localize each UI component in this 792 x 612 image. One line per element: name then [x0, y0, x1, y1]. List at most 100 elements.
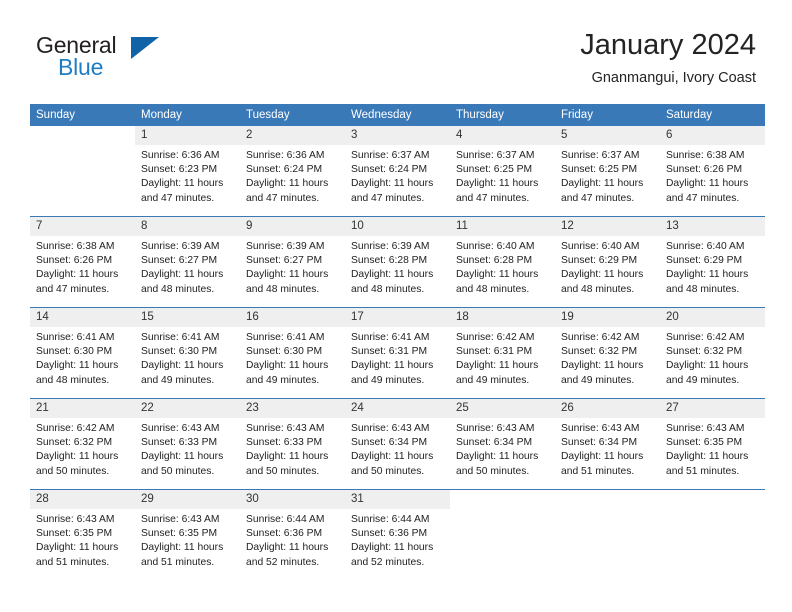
sunset-text: Sunset: 6:31 PM — [351, 346, 428, 358]
day-number: 1 — [135, 126, 240, 145]
calendar-day-cell[interactable]: 18 Sunrise: 6:42 AM Sunset: 6:31 PM Dayligh… — [450, 307, 555, 399]
calendar-day-cell[interactable]: 6 Sunrise: 6:38 AM Sunset: 6:26 PM Daylight… — [660, 126, 765, 217]
calendar-day-cell[interactable]: 15 Sunrise: 6:41 AM Sunset: 6:30 PM Dayligh… — [135, 307, 240, 399]
calendar-day-cell[interactable]: 30 Sunrise: 6:44 AM Sunset: 6:36 PM Dayligh… — [240, 489, 345, 580]
sunrise-text: Sunrise: 6:44 AM — [246, 514, 325, 525]
general-blue-logo[interactable]: General Blue — [36, 32, 276, 88]
calendar-day-cell[interactable]: 26 Sunrise: 6:43 AM Sunset: 6:34 PM Dayligh… — [555, 398, 660, 490]
calendar-day-cell-empty — [555, 489, 660, 580]
calendar-day-cell[interactable]: 23 Sunrise: 6:43 AM Sunset: 6:33 PM Dayligh… — [240, 398, 345, 490]
calendar-day-cell[interactable]: 14 Sunrise: 6:41 AM Sunset: 6:30 PM Dayligh… — [30, 307, 135, 399]
sunrise-text: Sunrise: 6:36 AM — [246, 150, 325, 161]
calendar-day-cell[interactable]: 25 Sunrise: 6:43 AM Sunset: 6:34 PM Dayligh… — [450, 398, 555, 490]
calendar-day-cell-empty — [30, 126, 135, 217]
day-sun-info: Sunrise: 6:41 AM Sunset: 6:30 PM Daylight:… — [240, 327, 345, 388]
daylight-text: Daylight: 11 hours and 48 minutes. — [456, 269, 539, 295]
daylight-text: Daylight: 11 hours and 51 minutes. — [36, 542, 119, 568]
calendar-day-cell[interactable]: 17 Sunrise: 6:41 AM Sunset: 6:31 PM Dayligh… — [345, 307, 450, 399]
calendar-day-cell[interactable]: 28 Sunrise: 6:43 AM Sunset: 6:35 PM Dayligh… — [30, 489, 135, 580]
day-number: 14 — [30, 308, 135, 327]
sunset-text: Sunset: 6:34 PM — [561, 437, 638, 449]
day-number: 2 — [240, 126, 345, 145]
sunset-text: Sunset: 6:27 PM — [141, 255, 218, 267]
calendar-day-cell-empty — [450, 489, 555, 580]
calendar-week-row: 28 Sunrise: 6:43 AM Sunset: 6:35 PM Dayligh… — [30, 489, 765, 580]
sunrise-text: Sunrise: 6:40 AM — [666, 241, 745, 252]
daylight-text: Daylight: 11 hours and 51 minutes. — [561, 451, 644, 477]
day-number — [30, 126, 135, 145]
calendar-week-row: 14 Sunrise: 6:41 AM Sunset: 6:30 PM Dayligh… — [30, 307, 765, 399]
day-sun-info: Sunrise: 6:40 AM Sunset: 6:28 PM Daylight:… — [450, 236, 555, 297]
weekday-header-monday: Monday — [135, 104, 240, 126]
sunrise-text: Sunrise: 6:40 AM — [456, 241, 535, 252]
calendar-day-cell[interactable]: 12 Sunrise: 6:40 AM Sunset: 6:29 PM Dayligh… — [555, 216, 660, 308]
calendar-day-cell[interactable]: 4 Sunrise: 6:37 AM Sunset: 6:25 PM Daylight… — [450, 126, 555, 217]
day-sun-info: Sunrise: 6:42 AM Sunset: 6:32 PM Daylight:… — [555, 327, 660, 388]
day-number: 13 — [660, 217, 765, 236]
calendar-day-cell[interactable]: 27 Sunrise: 6:43 AM Sunset: 6:35 PM Dayligh… — [660, 398, 765, 490]
daylight-text: Daylight: 11 hours and 48 minutes. — [246, 269, 329, 295]
day-number: 11 — [450, 217, 555, 236]
calendar-day-cell[interactable]: 11 Sunrise: 6:40 AM Sunset: 6:28 PM Dayligh… — [450, 216, 555, 308]
calendar-day-cell[interactable]: 31 Sunrise: 6:44 AM Sunset: 6:36 PM Dayligh… — [345, 489, 450, 580]
day-number: 28 — [30, 490, 135, 509]
calendar-day-cell[interactable]: 9 Sunrise: 6:39 AM Sunset: 6:27 PM Daylight… — [240, 216, 345, 308]
sunset-text: Sunset: 6:32 PM — [666, 346, 743, 358]
day-number: 31 — [345, 490, 450, 509]
day-number — [660, 490, 765, 509]
calendar-day-cell[interactable]: 5 Sunrise: 6:37 AM Sunset: 6:25 PM Daylight… — [555, 126, 660, 217]
calendar-day-cell[interactable]: 24 Sunrise: 6:43 AM Sunset: 6:34 PM Dayligh… — [345, 398, 450, 490]
sunrise-text: Sunrise: 6:43 AM — [141, 423, 220, 434]
calendar-day-cell[interactable]: 21 Sunrise: 6:42 AM Sunset: 6:32 PM Dayligh… — [30, 398, 135, 490]
calendar-day-cell[interactable]: 19 Sunrise: 6:42 AM Sunset: 6:32 PM Dayligh… — [555, 307, 660, 399]
sunrise-text: Sunrise: 6:37 AM — [561, 150, 640, 161]
sunrise-text: Sunrise: 6:42 AM — [561, 332, 640, 343]
sunset-text: Sunset: 6:24 PM — [351, 164, 428, 176]
sunrise-text: Sunrise: 6:41 AM — [141, 332, 220, 343]
sunset-text: Sunset: 6:32 PM — [36, 437, 113, 449]
sunrise-text: Sunrise: 6:43 AM — [141, 514, 220, 525]
sunset-text: Sunset: 6:24 PM — [246, 164, 323, 176]
calendar-day-cell[interactable]: 16 Sunrise: 6:41 AM Sunset: 6:30 PM Dayligh… — [240, 307, 345, 399]
day-sun-info: Sunrise: 6:43 AM Sunset: 6:35 PM Daylight:… — [30, 509, 135, 570]
day-number — [450, 490, 555, 509]
calendar-day-cell[interactable]: 2 Sunrise: 6:36 AM Sunset: 6:24 PM Daylight… — [240, 126, 345, 217]
calendar-day-cell[interactable]: 20 Sunrise: 6:42 AM Sunset: 6:32 PM Dayligh… — [660, 307, 765, 399]
sunset-text: Sunset: 6:33 PM — [141, 437, 218, 449]
day-sun-info: Sunrise: 6:36 AM Sunset: 6:23 PM Daylight:… — [135, 145, 240, 206]
day-sun-info: Sunrise: 6:41 AM Sunset: 6:30 PM Daylight:… — [30, 327, 135, 388]
daylight-text: Daylight: 11 hours and 47 minutes. — [456, 178, 539, 204]
weekday-header-tuesday: Tuesday — [240, 104, 345, 126]
day-sun-info: Sunrise: 6:38 AM Sunset: 6:26 PM Daylight:… — [660, 145, 765, 206]
sunrise-text: Sunrise: 6:37 AM — [456, 150, 535, 161]
sunrise-text: Sunrise: 6:43 AM — [36, 514, 115, 525]
sunset-text: Sunset: 6:31 PM — [456, 346, 533, 358]
daylight-text: Daylight: 11 hours and 51 minutes. — [141, 542, 224, 568]
calendar-day-cell-empty — [660, 489, 765, 580]
calendar-day-cell[interactable]: 22 Sunrise: 6:43 AM Sunset: 6:33 PM Dayligh… — [135, 398, 240, 490]
calendar-day-cell[interactable]: 1 Sunrise: 6:36 AM Sunset: 6:23 PM Daylight… — [135, 126, 240, 217]
day-number: 24 — [345, 399, 450, 418]
daylight-text: Daylight: 11 hours and 48 minutes. — [351, 269, 434, 295]
calendar-day-cell[interactable]: 29 Sunrise: 6:43 AM Sunset: 6:35 PM Dayligh… — [135, 489, 240, 580]
calendar-day-cell[interactable]: 3 Sunrise: 6:37 AM Sunset: 6:24 PM Daylight… — [345, 126, 450, 217]
day-number: 5 — [555, 126, 660, 145]
day-sun-info: Sunrise: 6:37 AM Sunset: 6:25 PM Daylight:… — [450, 145, 555, 206]
day-sun-info: Sunrise: 6:43 AM Sunset: 6:35 PM Daylight:… — [660, 418, 765, 479]
day-sun-info: Sunrise: 6:37 AM Sunset: 6:24 PM Daylight:… — [345, 145, 450, 206]
daylight-text: Daylight: 11 hours and 50 minutes. — [141, 451, 224, 477]
calendar-day-cell[interactable]: 10 Sunrise: 6:39 AM Sunset: 6:28 PM Dayligh… — [345, 216, 450, 308]
calendar-week-row: 7 Sunrise: 6:38 AM Sunset: 6:26 PM Daylight… — [30, 216, 765, 308]
calendar-day-cell[interactable]: 8 Sunrise: 6:39 AM Sunset: 6:27 PM Daylight… — [135, 216, 240, 308]
sunrise-text: Sunrise: 6:41 AM — [351, 332, 430, 343]
calendar-day-cell[interactable]: 7 Sunrise: 6:38 AM Sunset: 6:26 PM Daylight… — [30, 216, 135, 308]
day-number: 25 — [450, 399, 555, 418]
calendar-day-cell[interactable]: 13 Sunrise: 6:40 AM Sunset: 6:29 PM Dayligh… — [660, 216, 765, 308]
day-number: 17 — [345, 308, 450, 327]
sunrise-text: Sunrise: 6:43 AM — [351, 423, 430, 434]
day-number: 16 — [240, 308, 345, 327]
sunset-text: Sunset: 6:35 PM — [36, 528, 113, 540]
sunset-text: Sunset: 6:30 PM — [141, 346, 218, 358]
sunrise-text: Sunrise: 6:36 AM — [141, 150, 220, 161]
logo-triangle-icon — [131, 37, 159, 59]
